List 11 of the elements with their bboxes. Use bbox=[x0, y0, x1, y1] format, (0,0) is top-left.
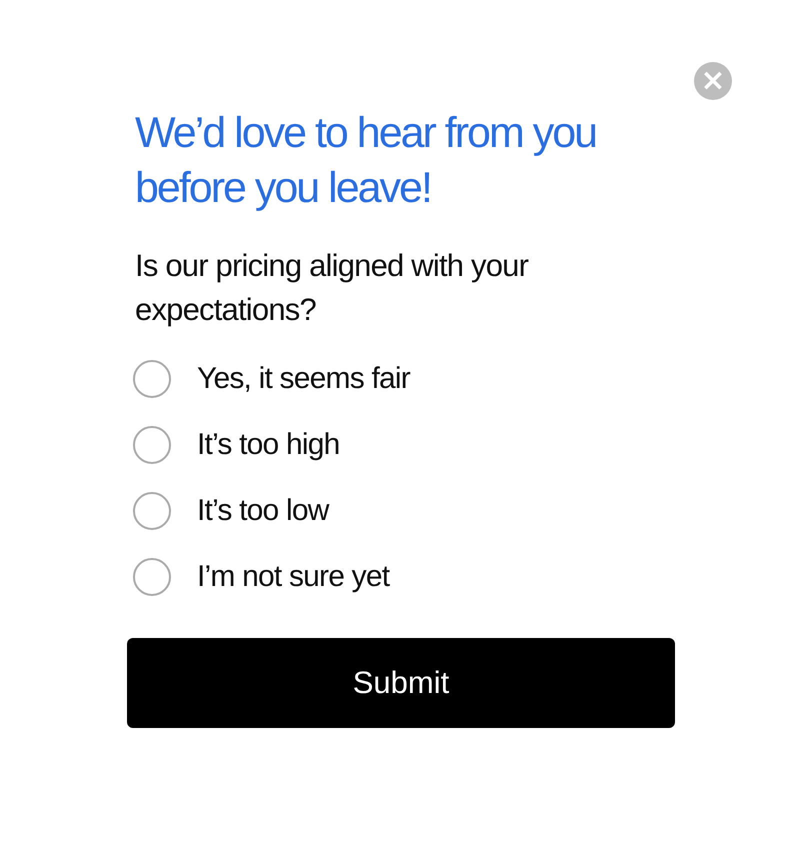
radio-button[interactable] bbox=[133, 360, 171, 398]
option-label[interactable]: It’s too low bbox=[197, 494, 329, 528]
radio-button[interactable] bbox=[133, 426, 171, 464]
option-label[interactable]: It’s too high bbox=[197, 428, 340, 462]
radio-button[interactable] bbox=[133, 492, 171, 530]
option-label[interactable]: I’m not sure yet bbox=[197, 560, 390, 594]
radio-button[interactable] bbox=[133, 558, 171, 596]
option-label[interactable]: Yes, it seems fair bbox=[197, 362, 410, 396]
survey-title: We’d love to hear from you before you leave! bbox=[135, 108, 598, 214]
submit-button[interactable]: Submit bbox=[127, 638, 675, 728]
survey-question: Is our pricing aligned with your expectations? bbox=[135, 247, 530, 329]
